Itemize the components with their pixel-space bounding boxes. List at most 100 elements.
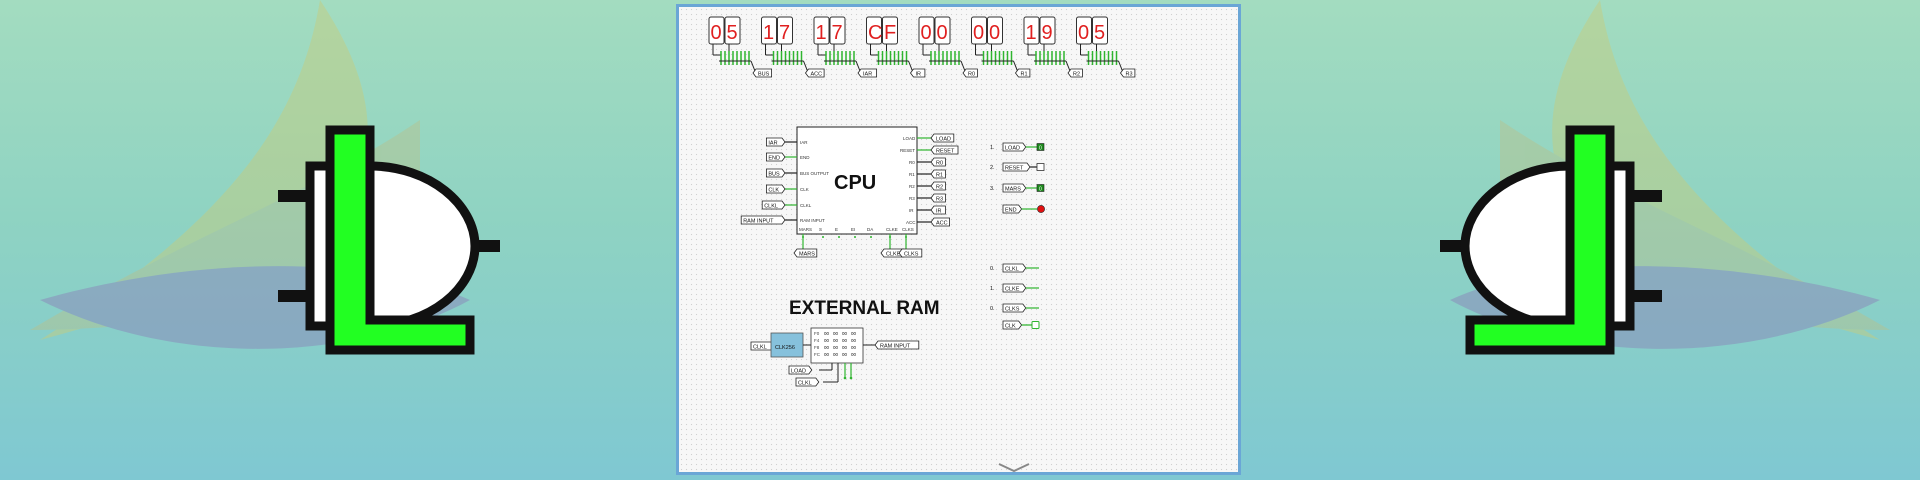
tunnel-text: IAR bbox=[863, 72, 872, 78]
cpu-output-tunnel[interactable]: R2 bbox=[930, 181, 946, 191]
clock-source[interactable] bbox=[1031, 321, 1040, 329]
input-index: 2. bbox=[990, 165, 995, 171]
tunnel-text: R2 bbox=[936, 185, 943, 191]
display-bus-tunnel[interactable]: BUS bbox=[752, 68, 772, 78]
display-bus-tunnel[interactable]: R3 bbox=[1120, 68, 1136, 78]
display-bus-tunnel[interactable]: R2 bbox=[1067, 68, 1083, 78]
display-bus-tunnel[interactable]: ACC bbox=[805, 68, 825, 78]
reset-button[interactable] bbox=[1036, 163, 1045, 171]
hex-digit: 5 bbox=[1094, 22, 1105, 44]
input-pin-row[interactable]: 3. MARS 0 bbox=[990, 183, 1045, 193]
cpu-input-tunnel[interactable]: BUS bbox=[766, 168, 786, 178]
hex-digit: 1 bbox=[1026, 22, 1037, 44]
input-tunnel[interactable]: LOAD bbox=[1002, 142, 1027, 152]
tunnel-text: R0 bbox=[968, 72, 975, 78]
tunnel-text: BUS bbox=[768, 172, 780, 178]
input-tunnel[interactable]: RESET bbox=[1002, 162, 1031, 172]
cpu-pin-label: CLKS bbox=[902, 227, 914, 232]
hex-digit: 7 bbox=[779, 22, 790, 44]
ram-cell: 00 bbox=[833, 352, 839, 357]
cpu-output-tunnel[interactable]: IR bbox=[930, 205, 946, 215]
input-pin-row[interactable]: END bbox=[1002, 204, 1045, 214]
cpu-input-tunnel[interactable]: END bbox=[766, 152, 786, 162]
input-pin-row[interactable]: 1. LOAD 0 bbox=[990, 142, 1045, 152]
ram-cell: 00 bbox=[833, 331, 839, 336]
cpu-bottom-tunnel[interactable]: MARS bbox=[793, 248, 818, 258]
ram-cell: 00 bbox=[851, 345, 857, 350]
cpu-input-tunnel[interactable]: RAM INPUT bbox=[740, 215, 786, 225]
clock-tunnel[interactable]: CLK bbox=[1002, 320, 1023, 330]
clock-index: 0. bbox=[990, 306, 995, 312]
display-bus-tunnel[interactable]: R1 bbox=[1015, 68, 1031, 78]
cpu-input-tunnel[interactable]: CLK bbox=[766, 184, 786, 194]
hex-display: C F IR bbox=[866, 16, 926, 78]
clock-row[interactable]: 1. CLKE bbox=[990, 283, 1039, 293]
tunnel-text: IR bbox=[936, 209, 942, 215]
cpu-input-tunnel[interactable]: CLKL bbox=[761, 200, 786, 210]
tunnel-text: R3 bbox=[1126, 72, 1133, 78]
hex-digit: 7 bbox=[832, 22, 843, 44]
cpu-output-tunnel[interactable]: RESET bbox=[930, 145, 959, 155]
tunnel-text: END bbox=[1005, 208, 1017, 214]
clock-row[interactable]: 0. CLKS bbox=[990, 303, 1039, 313]
ram-output-tunnel[interactable]: RAM INPUT bbox=[874, 340, 920, 350]
ram-cell: 00 bbox=[824, 331, 830, 336]
cpu-output-tunnel[interactable]: R0 bbox=[930, 157, 946, 167]
input-state: 0 bbox=[1039, 186, 1042, 192]
display-bus-tunnel[interactable]: R0 bbox=[962, 68, 978, 78]
tunnel-text: CLK bbox=[768, 188, 779, 194]
tunnel-text: BUS bbox=[758, 72, 770, 78]
tunnel-text: CLKE bbox=[1005, 287, 1020, 293]
tunnel-text: ACC bbox=[811, 72, 823, 78]
clock-tunnel[interactable]: CLKS bbox=[1002, 303, 1027, 313]
hex-digit: 0 bbox=[989, 22, 1000, 44]
cpu-pin-label: ACC bbox=[906, 220, 916, 225]
circuit-diagram[interactable]: 0 5BUS1 7ACC1 7IARC FIR0 0R00 0R11 9R20 5R3 CPU … bbox=[679, 7, 1238, 472]
cpu-output-tunnel[interactable]: R1 bbox=[930, 169, 946, 179]
hex-digit: 0 bbox=[973, 22, 984, 44]
tunnel-text: R2 bbox=[1073, 72, 1080, 78]
tunnel-text: CLKL bbox=[1005, 267, 1019, 273]
hex-display: 0 0 R1 bbox=[971, 16, 1031, 78]
cpu-input-tunnel[interactable]: IAR bbox=[766, 137, 786, 147]
tunnel-text: R1 bbox=[936, 173, 943, 179]
hex-display: 0 5 R3 bbox=[1076, 16, 1136, 78]
ram-clk-tunnel[interactable]: CLKL bbox=[795, 377, 820, 387]
input-tunnel[interactable]: MARS bbox=[1002, 183, 1027, 193]
clock-tunnel[interactable]: CLKE bbox=[1002, 283, 1027, 293]
input-index: 1. bbox=[990, 145, 995, 151]
tunnel-text: IAR bbox=[768, 141, 777, 147]
clock-tunnel[interactable]: CLKL bbox=[1002, 263, 1027, 273]
display-bus-tunnel[interactable]: IR bbox=[910, 68, 926, 78]
cpu-pin-label: R2 bbox=[909, 184, 915, 189]
tunnel-text: END bbox=[768, 156, 780, 162]
ram-address: F4 bbox=[814, 338, 820, 343]
circuit-canvas[interactable]: 0 5 BUS 1 7 ACC 1 7 IAR C F IR 0 0 R0 0 0 R1 1 9 R2 0 5 R3 CPU … bbox=[676, 4, 1241, 475]
tunnel-text: CLK bbox=[1005, 324, 1016, 330]
cpu-pin-label: IAR bbox=[800, 140, 808, 145]
cpu-pin-label: RESET bbox=[900, 148, 915, 153]
cpu-pin-label: EI bbox=[851, 227, 855, 232]
ram-address: F8 bbox=[814, 345, 820, 350]
tunnel-text: RAM INPUT bbox=[880, 344, 911, 350]
tunnel-text: RESET bbox=[936, 149, 955, 155]
clock-row[interactable]: CLK bbox=[1002, 320, 1040, 330]
ram-cell: 00 bbox=[851, 338, 857, 343]
cpu-pin-label: CLKE bbox=[886, 227, 898, 232]
cpu-pin-label: CLKL bbox=[800, 203, 812, 208]
cpu-pin-label: MARS bbox=[799, 227, 812, 232]
clock-row[interactable]: 0. CLKL bbox=[990, 263, 1039, 273]
display-bus-tunnel[interactable]: IAR bbox=[857, 68, 878, 78]
cpu-output-tunnel[interactable]: LOAD bbox=[930, 133, 955, 143]
ram-load-tunnel[interactable]: LOAD bbox=[788, 365, 813, 375]
input-tunnel[interactable]: END bbox=[1002, 204, 1023, 214]
scroll-down-chevron[interactable] bbox=[998, 463, 1030, 472]
cpu-output-tunnel[interactable]: ACC bbox=[930, 217, 951, 227]
cpu-bottom-tunnel[interactable]: CLKS bbox=[898, 248, 923, 258]
cpu-output-tunnel[interactable]: R3 bbox=[930, 193, 946, 203]
hex-digit: 0 bbox=[1078, 22, 1089, 44]
ram-clock-tunnel[interactable]: CLKL bbox=[750, 341, 775, 351]
input-pin-row[interactable]: 2. RESET bbox=[990, 162, 1045, 172]
tunnel-text: CLKL bbox=[753, 345, 767, 351]
tunnel-text: RAM INPUT bbox=[743, 219, 774, 225]
